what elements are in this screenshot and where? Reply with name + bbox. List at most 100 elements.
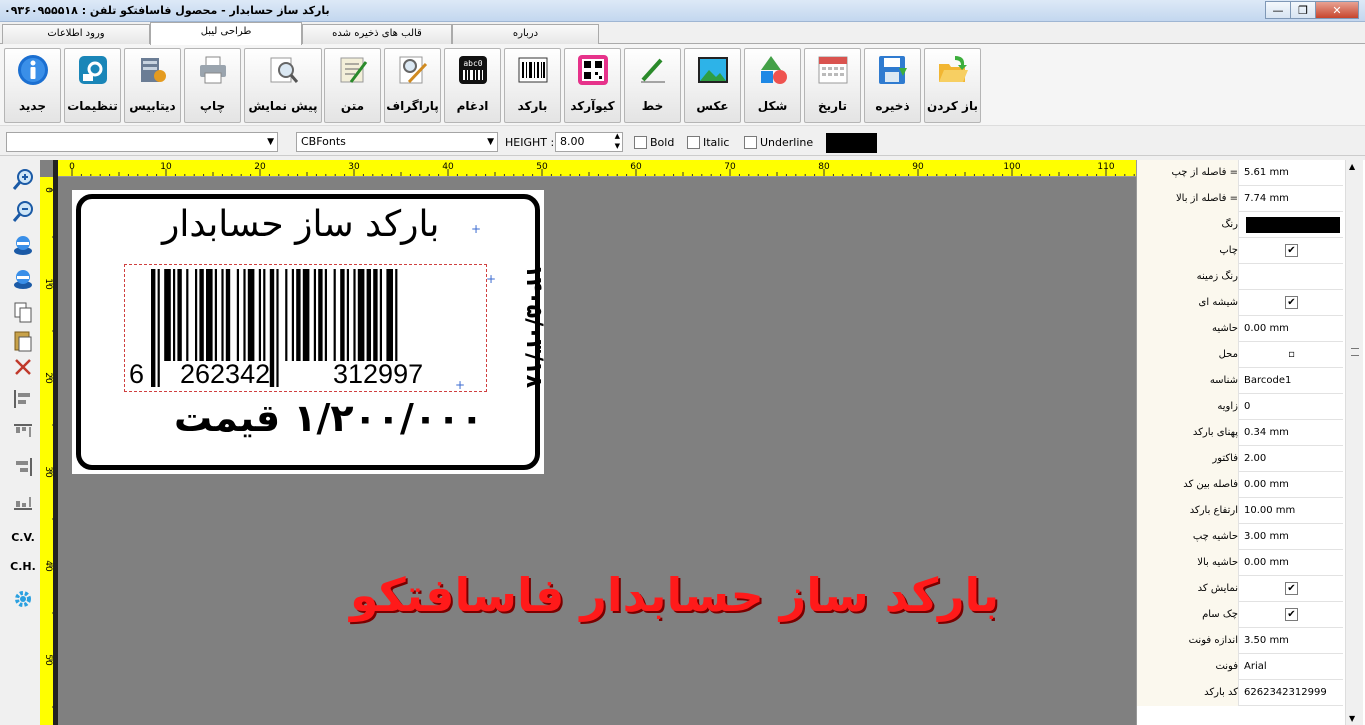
property-row[interactable]: کد بارکد 6262342312999 [1137, 680, 1343, 706]
color-swatch[interactable] [1246, 217, 1340, 233]
property-checkbox[interactable]: ✔ [1285, 296, 1298, 309]
barcode-element[interactable]: 6 262342 312997 [124, 264, 487, 392]
align-left-icon[interactable] [6, 385, 40, 413]
handle-icon[interactable]: + [486, 272, 496, 286]
delete-icon[interactable] [6, 353, 40, 381]
property-value[interactable]: 0.34 mm [1240, 420, 1343, 446]
property-value[interactable] [1240, 264, 1343, 290]
barcode-button[interactable]: بارکد [504, 48, 561, 123]
tab-about[interactable]: درباره [452, 24, 599, 44]
property-value[interactable]: 0 [1240, 394, 1343, 420]
height-input[interactable]: 8.00 ▲ ▼ [555, 132, 623, 152]
new-button[interactable]: جدید [4, 48, 61, 123]
maximize-button[interactable]: ❐ [1290, 1, 1316, 19]
property-checkbox[interactable]: ✔ [1285, 608, 1298, 621]
text-button[interactable]: متن [324, 48, 381, 123]
property-row[interactable]: محل ▫ [1137, 342, 1343, 368]
property-row[interactable]: فونت Arial [1137, 654, 1343, 680]
property-row[interactable]: حاشیه چپ 3.00 mm [1137, 524, 1343, 550]
property-value[interactable]: 0.00 mm [1240, 316, 1343, 342]
label-preview[interactable]: بارکد ساز حسابدار 6 262342 312997 + + + … [72, 190, 546, 474]
property-row[interactable]: ارتفاع بارکد 10.00 mm [1137, 498, 1343, 524]
property-row[interactable]: چک سام ✔ [1137, 602, 1343, 628]
scroll-down-icon[interactable]: ▼ [1349, 714, 1355, 723]
font-color-swatch[interactable] [826, 133, 877, 153]
property-row[interactable]: زاویه 0 [1137, 394, 1343, 420]
bring-front-icon[interactable] [6, 231, 40, 259]
object-select[interactable]: ▼ [6, 132, 278, 152]
property-checkbox[interactable]: ✔ [1285, 244, 1298, 257]
scroll-thumb[interactable] [1351, 348, 1359, 356]
open-button[interactable]: باز کردن [924, 48, 981, 123]
property-value[interactable]: 2.00 [1240, 446, 1343, 472]
property-value[interactable]: Barcode1 [1240, 368, 1343, 394]
zoom-out-icon[interactable] [6, 197, 40, 225]
zoom-in-icon[interactable] [6, 165, 40, 193]
property-value[interactable]: 3.00 mm [1240, 524, 1343, 550]
property-row[interactable]: حاشیه 0.00 mm [1137, 316, 1343, 342]
scroll-up-icon[interactable]: ▲ [1349, 162, 1355, 171]
property-row[interactable]: حاشیه بالا 0.00 mm [1137, 550, 1343, 576]
property-row[interactable]: فاکتور 2.00 [1137, 446, 1343, 472]
property-row[interactable]: اندازه فونت 3.50 mm [1137, 628, 1343, 654]
tab-label-design[interactable]: طراحی لیبل [150, 22, 302, 45]
property-row[interactable]: پهنای بارکد 0.34 mm [1137, 420, 1343, 446]
tab-data-entry[interactable]: ورود اطلاعات [2, 24, 150, 44]
property-value[interactable]: 10.00 mm [1240, 498, 1343, 524]
close-button[interactable]: ✕ [1315, 1, 1359, 19]
minimize-button[interactable]: — [1265, 1, 1291, 19]
property-row[interactable]: = فاصله از بالا 7.74 mm [1137, 186, 1343, 212]
property-value[interactable] [1240, 212, 1343, 238]
paragraph-button[interactable]: پاراگراف [384, 48, 441, 123]
property-row[interactable]: نمایش کد ✔ [1137, 576, 1343, 602]
property-row[interactable]: = فاصله از چپ 5.61 mm [1137, 160, 1343, 186]
property-value[interactable]: ▫ [1240, 342, 1343, 368]
property-row[interactable]: فاصله بین کد 0.00 mm [1137, 472, 1343, 498]
property-row[interactable]: رنگ [1137, 212, 1343, 238]
property-row[interactable]: شیشه ای ✔ [1137, 290, 1343, 316]
property-value[interactable]: 0.00 mm [1240, 550, 1343, 576]
print-button[interactable]: چاپ [184, 48, 241, 123]
align-right-icon[interactable] [6, 453, 40, 481]
date-button[interactable]: تاریخ [804, 48, 861, 123]
shape-button[interactable]: شکل [744, 48, 801, 123]
copy-icon[interactable] [6, 299, 40, 327]
property-row[interactable]: چاپ ✔ [1137, 238, 1343, 264]
property-value[interactable]: 7.74 mm [1240, 186, 1343, 212]
gear-icon[interactable] [6, 585, 40, 613]
font-name-select[interactable]: CBFonts ▼ [296, 132, 498, 152]
handle-icon[interactable]: + [455, 378, 465, 392]
align-top-icon[interactable] [6, 417, 40, 445]
qrcode-button[interactable]: کیوآرکد [564, 48, 621, 123]
property-row[interactable]: شناسه Barcode1 [1137, 368, 1343, 394]
underline-checkbox[interactable] [744, 136, 757, 149]
property-value[interactable]: Arial [1240, 654, 1343, 680]
property-value[interactable]: ✔ [1240, 290, 1343, 316]
line-button[interactable]: خط [624, 48, 681, 123]
property-row[interactable]: رنگ زمینه [1137, 264, 1343, 290]
property-value[interactable]: 6262342312999 [1240, 680, 1343, 706]
paste-icon[interactable] [6, 327, 40, 355]
property-value[interactable]: ✔ [1240, 576, 1343, 602]
property-value[interactable]: ✔ [1240, 602, 1343, 628]
spinner-icon[interactable]: ▲ ▼ [615, 131, 620, 151]
italic-checkbox[interactable] [687, 136, 700, 149]
property-value[interactable]: 3.50 mm [1240, 628, 1343, 654]
property-checkbox[interactable]: ✔ [1285, 582, 1298, 595]
save-button[interactable]: ذخیره [864, 48, 921, 123]
design-canvas[interactable]: 0 10 20 30 40 50 60 70 80 90 100 110 0 10 20 30 40 50 با… [40, 160, 1136, 725]
property-value[interactable]: ✔ [1240, 238, 1343, 264]
date-element[interactable]: ۱۴۰۵/۰۳/۱۸ [516, 265, 546, 389]
preview-button[interactable]: پیش نمایش [244, 48, 322, 123]
center-vertical-button[interactable]: C.V. [6, 523, 40, 551]
label-price[interactable]: ۱/۲۰۰/۰۰۰ قیمت [174, 396, 483, 440]
label-title[interactable]: بارکد ساز حسابدار [162, 204, 439, 245]
property-value[interactable]: 0.00 mm [1240, 472, 1343, 498]
send-back-icon[interactable] [6, 265, 40, 293]
bold-checkbox[interactable] [634, 136, 647, 149]
database-button[interactable]: دیتابیس [124, 48, 181, 123]
align-bottom-icon[interactable] [6, 489, 40, 517]
property-value[interactable]: 5.61 mm [1240, 160, 1343, 186]
settings-button[interactable]: تنظیمات [64, 48, 121, 123]
center-horizontal-button[interactable]: C.H. [6, 552, 40, 580]
